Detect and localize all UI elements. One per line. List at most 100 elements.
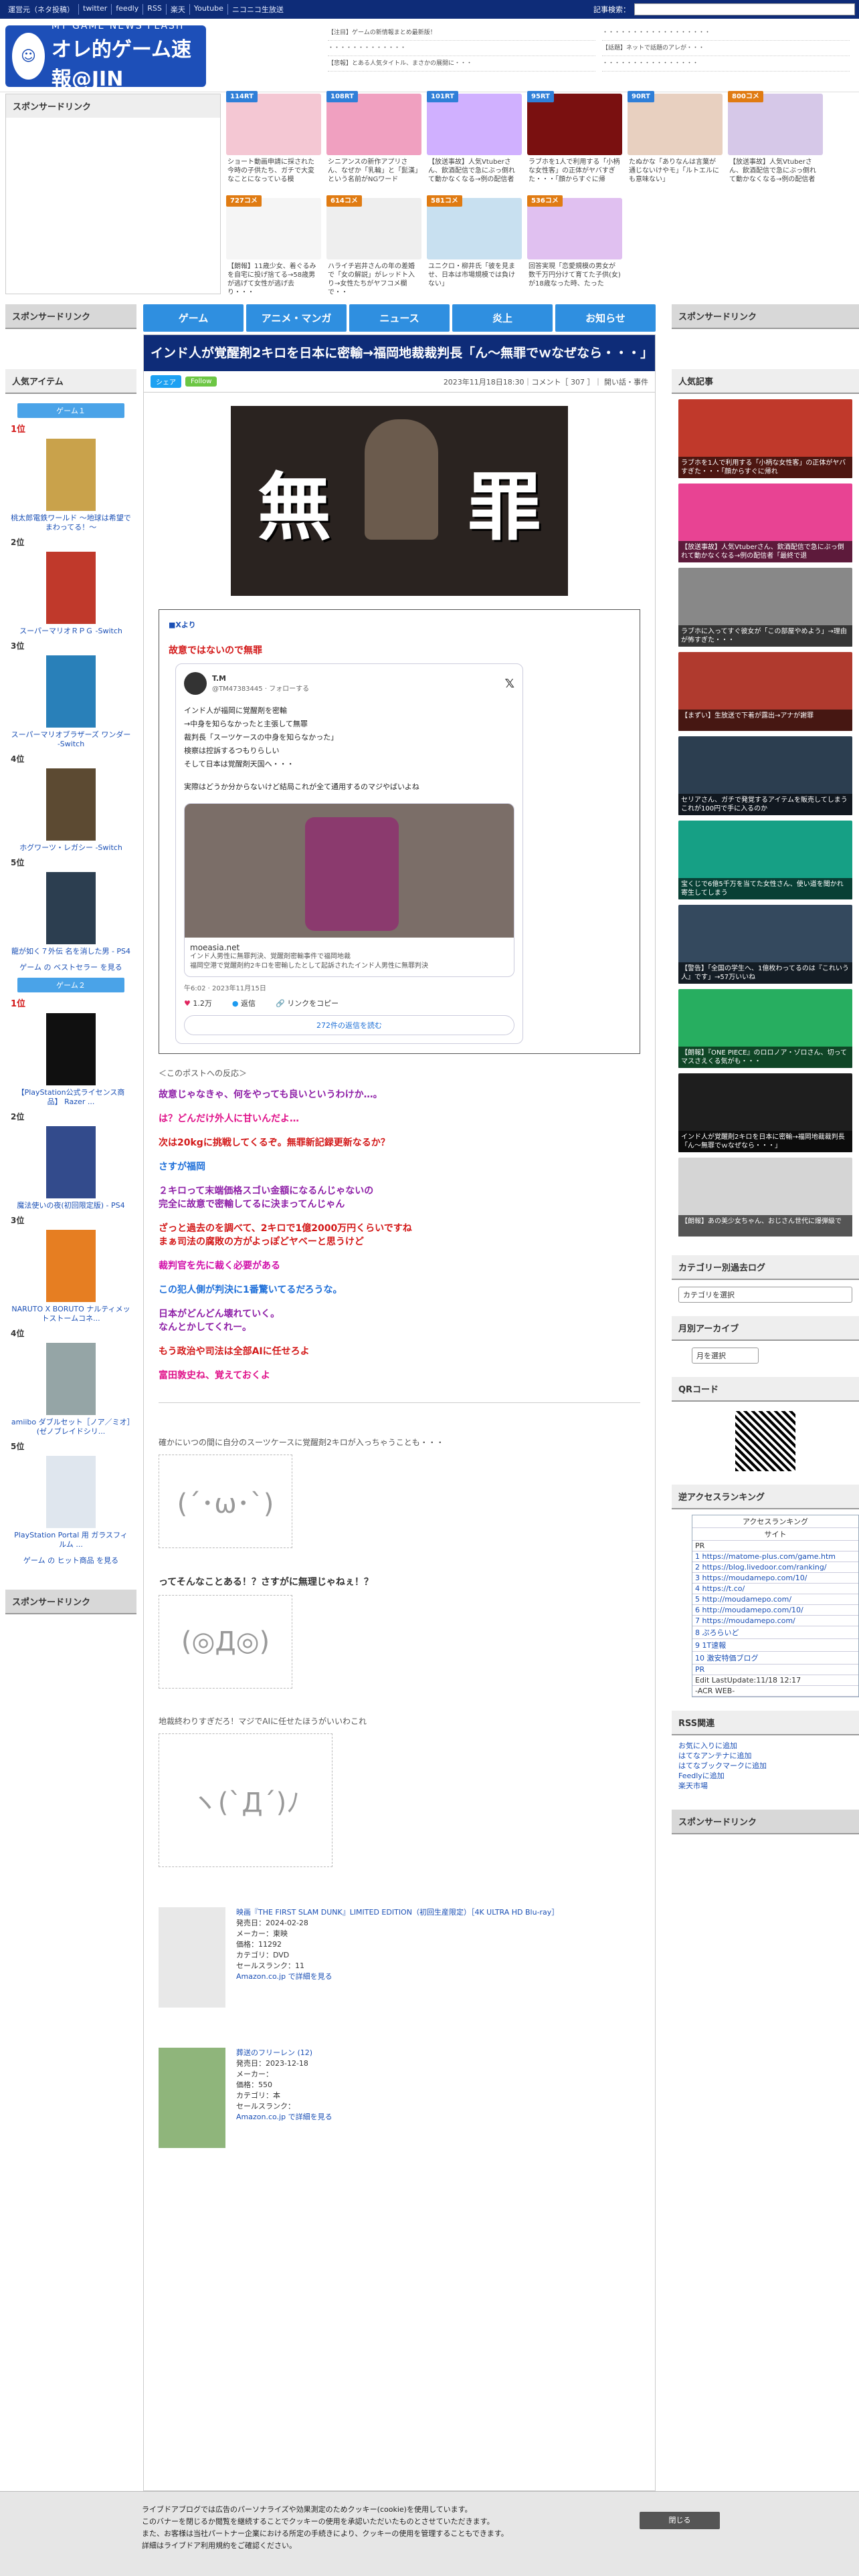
- product-name[interactable]: 魔法使いの夜(初回限定版) - PS4: [11, 1201, 131, 1210]
- top-link[interactable]: Youtube: [190, 4, 228, 15]
- product-name[interactable]: NARUTO X BORUTO ナルティメットストームコネ...: [11, 1305, 131, 1323]
- trending-item[interactable]: 90RT たぬかな「ありなんは言葉が通じないけやモ」「ルトエルにも意味ない」: [628, 91, 723, 193]
- rss-link[interactable]: Feedlyに追加: [678, 1771, 852, 1781]
- acr-row[interactable]: -ACR WEB-: [692, 1686, 858, 1697]
- product-image[interactable]: [46, 1456, 96, 1528]
- product-cover[interactable]: [159, 1907, 225, 2008]
- product-title[interactable]: 映画『THE FIRST SLAM DUNK』LIMITED EDITION（初…: [236, 1907, 559, 1918]
- archive-select[interactable]: 月を選択: [692, 1348, 759, 1364]
- game2-tab[interactable]: ゲーム２: [17, 978, 124, 992]
- recent-article[interactable]: ラブホに入ってすぐ彼女が「この部屋やめよう」→理由が怖すぎた・・・: [678, 568, 852, 647]
- reply-button[interactable]: ● 返信: [232, 998, 256, 1008]
- rss-link[interactable]: はてなブックマークに追加: [678, 1761, 852, 1771]
- recent-article[interactable]: 【朗報】あの美少女ちゃん、おじさん世代に爆弾級で: [678, 1158, 852, 1237]
- recent-article[interactable]: 【まずい】生放送で下着が露出→アナが謝罪: [678, 652, 852, 731]
- recent-article[interactable]: ラブホを1人で利用する「小柄な女性客」の正体がヤバすぎた・・・「顔からすぐに帰れ: [678, 399, 852, 478]
- nav-item[interactable]: 炎上: [452, 304, 553, 332]
- nav-item[interactable]: アニメ・マンガ: [246, 304, 347, 332]
- trending-item[interactable]: 114RT ショート動画申請に採された今時の子供たち、ガチで大変なことになっている…: [226, 91, 321, 193]
- product-title[interactable]: 葬送のフリーレン (12): [236, 2048, 332, 2058]
- trending-item[interactable]: 95RT ラブホを1人で利用する「小柄な女性客」の正体がヤバすぎた・・・「顔からす…: [527, 91, 622, 193]
- rss-link[interactable]: 楽天市場: [678, 1781, 852, 1791]
- rss-link[interactable]: はてなアンテナに追加: [678, 1751, 852, 1761]
- top-link[interactable]: ニコニコ生放送: [228, 4, 288, 15]
- site-logo[interactable]: ☺ MY GAME NEWS FLASH オレ的ゲーム速報@JIN: [5, 21, 206, 91]
- acr-row[interactable]: 9 1T速報: [692, 1639, 858, 1652]
- acr-row[interactable]: 8 ぷろらいど: [692, 1626, 858, 1639]
- acr-row[interactable]: 2 https://blog.livedoor.com/ranking/: [692, 1562, 858, 1573]
- product-image[interactable]: [46, 655, 96, 728]
- product-name[interactable]: ホグワーツ・レガシー -Switch: [11, 843, 131, 853]
- product-item[interactable]: ホグワーツ・レガシー -Switch: [11, 768, 131, 853]
- top-link[interactable]: twitter: [79, 4, 112, 15]
- copy-link-button[interactable]: 🔗 リンクをコピー: [276, 998, 339, 1008]
- product-image[interactable]: [46, 1126, 96, 1198]
- follow-button[interactable]: Follow: [185, 377, 217, 387]
- recent-article[interactable]: 宝くじで6億5千万を当てた女性さん、使い道を聞かれ寄生してしまう: [678, 821, 852, 899]
- trending-item[interactable]: 614コメ ハライチ岩井さんの年の差婚で「女の解説」がレッドト入り→女性たちがヤフ…: [326, 195, 421, 297]
- bestseller-link[interactable]: ゲーム の ベストセラー を見る: [11, 962, 131, 972]
- tweet-name[interactable]: T.M: [212, 674, 309, 683]
- amazon-link[interactable]: Amazon.co.jp で詳細を見る: [236, 2112, 332, 2123]
- header-news-item[interactable]: 【悲報】とある人気タイトル、まさかの展開に・・・: [328, 56, 595, 72]
- hit-link[interactable]: ゲーム の ヒット商品 を見る: [11, 1555, 131, 1566]
- recent-article[interactable]: インド人が覚醒剤2キロを日本に密輸→福岡地裁裁判長「ん〜無罪でｗなぜなら・・・」: [678, 1073, 852, 1152]
- header-news-item[interactable]: ・・・・・・・・・・・・・・・・・・: [602, 25, 850, 41]
- recent-article[interactable]: セリアさん、ガチで発覚するアイテムを販売してしまう これが100円で手に入るのか: [678, 736, 852, 815]
- tweet-time[interactable]: 午6:02 · 2023年11月15日: [184, 982, 514, 992]
- acr-row[interactable]: Edit LastUpdate:11/18 12:17: [692, 1675, 858, 1686]
- product-image[interactable]: [46, 552, 96, 624]
- acr-row[interactable]: 7 https://moudamepo.com/: [692, 1616, 858, 1626]
- search-input[interactable]: [634, 3, 855, 15]
- header-news-item[interactable]: ・・・・・・・・・・・・・・・・: [602, 56, 850, 72]
- acr-row[interactable]: 6 http://moudamepo.com/10/: [692, 1605, 858, 1616]
- recent-article[interactable]: 【朗報】『ONE PIECE』のロロノア・ゾロさん、切ってマスさえくる気がも・・…: [678, 989, 852, 1068]
- acr-row[interactable]: PR: [692, 1665, 858, 1675]
- product-name[interactable]: 【PlayStation公式ライセンス商品】 Razer ...: [11, 1088, 131, 1107]
- product-item[interactable]: 魔法使いの夜(初回限定版) - PS4: [11, 1126, 131, 1210]
- trending-item[interactable]: 101RT 【放送事故】人気Vtuberさん、飲酒配信で急にぶっ倒れて動かなくなる…: [427, 91, 522, 193]
- trending-item[interactable]: 727コメ 【朗報】11歳少女、着ぐるみを自宅に投げ捨てる→58歳男が逃げて女性が…: [226, 195, 321, 297]
- recent-article[interactable]: 【警告】「全国の学生へ、1億枚わってるのは『これいう人』です」→57万いいね: [678, 905, 852, 984]
- header-news-item[interactable]: 【話題】ネットで話題のアレが・・・: [602, 41, 850, 56]
- product-item[interactable]: PlayStation Portal 用 ガラスフィルム ...: [11, 1456, 131, 1549]
- product-name[interactable]: 龍が如く７外伝 名を消した男 - PS4: [11, 947, 131, 956]
- nav-item[interactable]: お知らせ: [555, 304, 656, 332]
- product-item[interactable]: amiibo ダブルセット［ノア／ミオ］(ゼノブレイドシリ...: [11, 1343, 131, 1436]
- x-logo-icon[interactable]: 𝕏: [504, 677, 514, 691]
- product-item[interactable]: 龍が如く７外伝 名を消した男 - PS4: [11, 872, 131, 956]
- product-image[interactable]: [46, 1230, 96, 1302]
- product-image[interactable]: [46, 872, 96, 944]
- product-image[interactable]: [46, 1343, 96, 1415]
- top-link[interactable]: 運営元（ネタ投稿）: [4, 4, 79, 15]
- acr-row[interactable]: 10 激安特価ブログ: [692, 1652, 858, 1665]
- close-button[interactable]: 閉じる: [640, 2512, 720, 2529]
- acr-row[interactable]: 5 http://moudamepo.com/: [692, 1594, 858, 1605]
- product-item[interactable]: NARUTO X BORUTO ナルティメットストームコネ...: [11, 1230, 131, 1323]
- product-name[interactable]: 桃太郎電鉄ワールド ～地球は希望でまわってる！～: [11, 514, 131, 532]
- product-name[interactable]: amiibo ダブルセット［ノア／ミオ］(ゼノブレイドシリ...: [11, 1418, 131, 1436]
- header-news-item[interactable]: 【注目】ゲームの新情報まとめ最新版！: [328, 25, 595, 41]
- rss-link[interactable]: お気に入りに追加: [678, 1741, 852, 1751]
- product-name[interactable]: スーパーマリオＲＰＧ -Switch: [11, 627, 131, 636]
- product-item[interactable]: 桃太郎電鉄ワールド ～地球は希望でまわってる！～: [11, 439, 131, 532]
- link-card[interactable]: moeasia.net インド人男性に無罪判決、覚醒剤密輸事件で福岡地裁 福岡空…: [184, 803, 514, 977]
- product-item[interactable]: 【PlayStation公式ライセンス商品】 Razer ...: [11, 1013, 131, 1107]
- recent-article[interactable]: 【放送事故】人気Vtuberさん、飲酒配信で急にぶっ倒れて動かなくなる→例の配信…: [678, 484, 852, 562]
- read-replies-button[interactable]: 272件の返信を読む: [184, 1015, 514, 1035]
- product-item[interactable]: スーパーマリオブラザーズ ワンダー -Switch: [11, 655, 131, 749]
- trending-item[interactable]: 536コメ 回答実現「恋愛規模の男女が数千万円分けて育てた子供(女)が18歳なった…: [527, 195, 622, 297]
- product-name[interactable]: スーパーマリオブラザーズ ワンダー -Switch: [11, 730, 131, 749]
- game1-tab[interactable]: ゲーム１: [17, 403, 124, 418]
- top-link[interactable]: feedly: [112, 4, 144, 15]
- nav-item[interactable]: ニュース: [349, 304, 450, 332]
- like-button[interactable]: ♥ 1.2万: [184, 998, 212, 1008]
- nav-item[interactable]: ゲーム: [143, 304, 244, 332]
- category-select[interactable]: カテゴリを選択: [678, 1287, 852, 1303]
- product-name[interactable]: PlayStation Portal 用 ガラスフィルム ...: [11, 1531, 131, 1549]
- product-item[interactable]: スーパーマリオＲＰＧ -Switch: [11, 552, 131, 636]
- product-cover[interactable]: [159, 2048, 225, 2148]
- share-button[interactable]: シェア: [151, 375, 181, 388]
- product-image[interactable]: [46, 439, 96, 511]
- product-image[interactable]: [46, 1013, 96, 1085]
